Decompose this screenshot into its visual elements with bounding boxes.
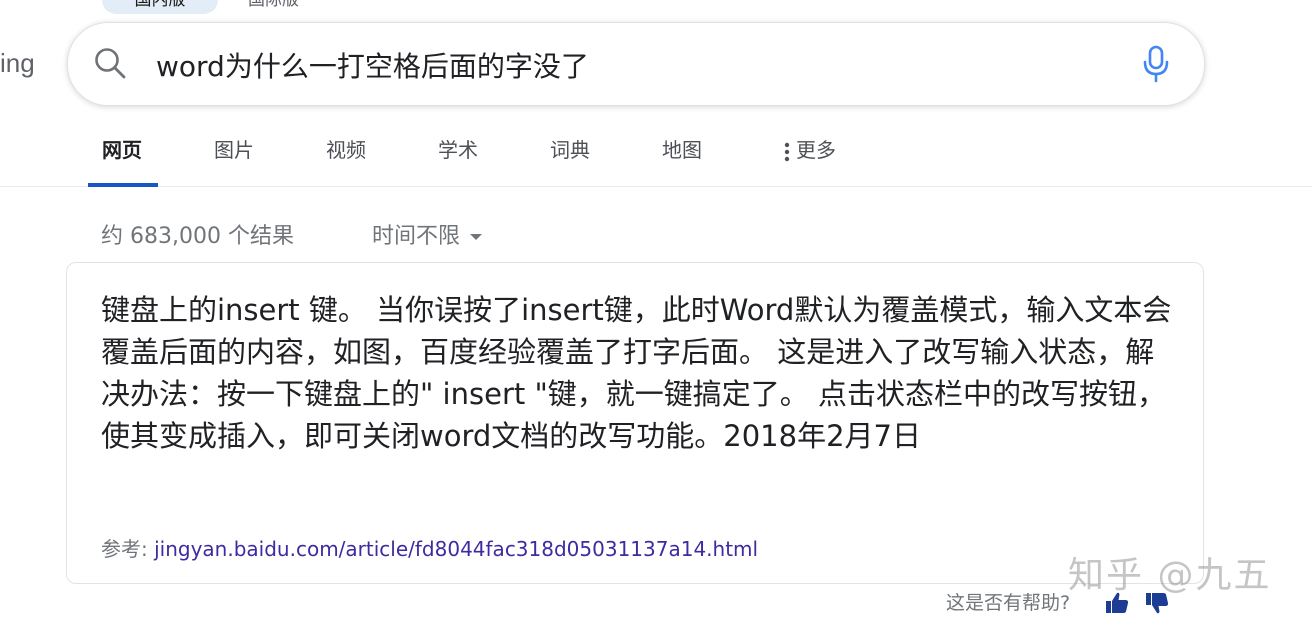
tab-images[interactable]: 图片 (214, 135, 254, 165)
tab-international[interactable]: 国际版 (248, 0, 348, 14)
active-tab-indicator (88, 183, 158, 187)
microphone-icon[interactable] (1141, 45, 1171, 83)
bing-logo[interactable]: ing (0, 48, 35, 79)
result-count: 约 683,000 个结果 (101, 224, 294, 249)
search-input[interactable] (156, 45, 1116, 85)
tab-web[interactable]: 网页 (102, 135, 142, 165)
thumbs-down-icon[interactable] (1144, 590, 1170, 616)
feedback-question: 这是否有帮助? (946, 592, 1071, 614)
search-bar (67, 22, 1205, 106)
search-type-tabs: 网页 图片 视频 学术 词典 地图 更多 (0, 118, 1312, 187)
tab-academic[interactable]: 学术 (438, 135, 478, 165)
time-filter-label: 时间不限 (372, 224, 461, 249)
reference-label: 参考: (101, 537, 155, 561)
reference-link[interactable]: jingyan.baidu.com/article/fd8044fac318d0… (154, 537, 758, 561)
reference: 参考: jingyan.baidu.com/article/fd8044fac3… (101, 533, 758, 562)
caret-down-icon (470, 234, 483, 240)
tab-more-label: 更多 (796, 138, 836, 162)
answer-snippet: 键盘上的insert 键。 当你误按了insert键，此时Word默认为覆盖模式… (101, 293, 1172, 453)
thumbs-up-icon[interactable] (1104, 590, 1130, 616)
search-icon[interactable] (92, 45, 128, 81)
more-vertical-icon (784, 142, 790, 161)
time-filter-dropdown[interactable]: 时间不限 (372, 218, 483, 250)
tab-maps[interactable]: 地图 (662, 135, 702, 165)
tab-dictionary[interactable]: 词典 (550, 135, 590, 165)
tab-more[interactable]: 更多 (784, 135, 836, 165)
tab-videos[interactable]: 视频 (326, 135, 366, 165)
answer-card: 键盘上的insert 键。 当你误按了insert键，此时Word默认为覆盖模式… (66, 262, 1204, 584)
tab-domestic[interactable]: 国内版 (102, 0, 218, 14)
search-results-page: 国内版 国际版 ing 网页 图片 视频 学术 词典 地图 更多 约 (0, 0, 1312, 625)
